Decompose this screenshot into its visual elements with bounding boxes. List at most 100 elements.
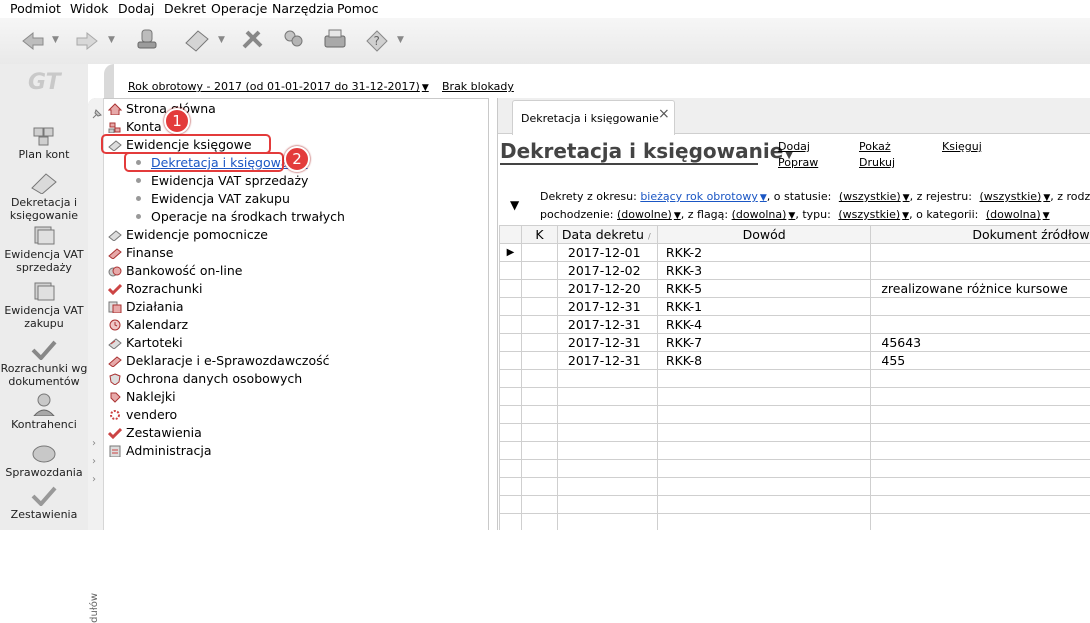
cell-k bbox=[521, 280, 557, 298]
show-button[interactable]: Pokaż bbox=[859, 140, 891, 153]
users-icon[interactable] bbox=[276, 24, 310, 56]
tree-item-srodki-trwale[interactable]: Operacje na środkach trwałych bbox=[136, 209, 345, 224]
cell-dowod: RKK-1 bbox=[657, 298, 870, 316]
pin-icon[interactable] bbox=[91, 108, 103, 120]
flag-filter[interactable]: (dowolna)▼ bbox=[732, 208, 796, 221]
sidebar-item-vat-zakupu[interactable]: Ewidencja VAT zakupu bbox=[0, 278, 88, 330]
tree-item-naklejki[interactable]: Naklejki bbox=[108, 389, 176, 404]
cell-k bbox=[521, 352, 557, 370]
menu-podmiot[interactable]: Podmiot bbox=[10, 1, 61, 16]
tree-item-rozrachunki[interactable]: Rozrachunki bbox=[108, 281, 202, 296]
forward-icon[interactable] bbox=[70, 24, 104, 56]
lock-status-link[interactable]: Brak blokady bbox=[442, 80, 514, 93]
tree-item-vendero[interactable]: vendero bbox=[108, 407, 177, 422]
help-icon[interactable]: ? bbox=[360, 24, 394, 56]
sidebar-item-vat-sprzedazy[interactable]: Ewidencja VAT sprzedaży bbox=[0, 222, 88, 274]
tree-item-kartoteki[interactable]: Kartoteki bbox=[108, 335, 183, 350]
tree-item-zestawienia[interactable]: Zestawienia bbox=[108, 425, 202, 440]
table-row-empty[interactable] bbox=[500, 406, 1090, 424]
check-icon bbox=[108, 283, 122, 295]
table-row-empty[interactable] bbox=[500, 460, 1090, 478]
menu-narzedzia[interactable]: Narzędzia bbox=[272, 1, 334, 16]
sidebar-item-dekretacja[interactable]: Dekretacja i księgowanie bbox=[0, 170, 88, 222]
table-row[interactable]: 2017-12-20RKK-5zrealizowane różnice kurs… bbox=[500, 280, 1090, 298]
tree-item-vat-sprzedazy[interactable]: Ewidencja VAT sprzedaży bbox=[136, 173, 308, 188]
back-icon[interactable] bbox=[16, 24, 50, 56]
print-button[interactable]: Drukuj bbox=[859, 156, 895, 169]
year-selector[interactable]: Rok obrotowy - 2017 (od 01-01-2017 do 31… bbox=[128, 80, 429, 93]
period-filter[interactable]: bieżący rok obrotowy▼ bbox=[640, 190, 766, 203]
table-row[interactable]: ▶2017-12-01RKK-2 bbox=[500, 244, 1090, 262]
eraser-icon[interactable] bbox=[180, 24, 214, 56]
column-header-data[interactable]: Data dekretu/ bbox=[557, 226, 657, 244]
tree-item-administracja[interactable]: Administracja bbox=[108, 443, 212, 458]
table-row-empty[interactable] bbox=[500, 388, 1090, 406]
table-row-empty[interactable] bbox=[500, 478, 1090, 496]
settlements-icon bbox=[29, 336, 59, 360]
sidebar-item-label: sprzedaży bbox=[16, 261, 72, 274]
tree-item-konta[interactable]: Konta bbox=[108, 119, 162, 134]
tree-item-ochrona-danych[interactable]: Ochrona danych osobowych bbox=[108, 371, 302, 386]
chevron-right-icon[interactable]: › bbox=[92, 474, 96, 485]
cell-document: 45643 bbox=[871, 334, 1090, 352]
menu-pomoc[interactable]: Pomoc bbox=[337, 1, 378, 16]
chevron-right-icon[interactable]: › bbox=[92, 438, 96, 449]
sticker-icon bbox=[108, 391, 122, 403]
column-header-dowod[interactable]: Dowód bbox=[657, 226, 870, 244]
table-row-empty[interactable] bbox=[500, 496, 1090, 514]
sidebar-item-kontrahenci[interactable]: Kontrahenci bbox=[0, 392, 88, 431]
post-button[interactable]: Księguj bbox=[942, 140, 982, 153]
highlight-box-ewidencje bbox=[101, 134, 271, 154]
filter-collapse-icon[interactable]: ▼ bbox=[510, 198, 519, 212]
origin-filter[interactable]: (dowolne)▼ bbox=[617, 208, 681, 221]
tab-dekretacja[interactable]: Dekretacja i księgowanie × bbox=[512, 100, 675, 135]
tree-item-kalendarz[interactable]: Kalendarz bbox=[108, 317, 188, 332]
tree-item-ewidencje-pomocnicze[interactable]: Ewidencje pomocnicze bbox=[108, 227, 268, 242]
sidebar-item-zestawienia[interactable]: Zestawienia bbox=[0, 482, 88, 521]
register-filter[interactable]: (wszystkie)▼ bbox=[979, 190, 1050, 203]
table-row[interactable]: 2017-12-02RKK-3 bbox=[500, 262, 1090, 280]
table-row-empty[interactable] bbox=[500, 424, 1090, 442]
table-row[interactable]: 2017-12-31RKK-745643 bbox=[500, 334, 1090, 352]
menu-operacje[interactable]: Operacje bbox=[211, 1, 267, 16]
stamp-icon[interactable] bbox=[130, 24, 164, 56]
forward-dropdown-icon[interactable]: ▼ bbox=[108, 35, 115, 45]
chevron-right-icon[interactable]: › bbox=[92, 456, 96, 467]
category-filter[interactable]: (dowolna)▼ bbox=[986, 208, 1050, 221]
printer-icon[interactable] bbox=[318, 24, 352, 56]
accounts-icon bbox=[108, 121, 122, 133]
menu-widok[interactable]: Widok bbox=[70, 1, 108, 16]
tree-item-deklaracje[interactable]: Deklaracje i e-Sprawozdawczość bbox=[108, 353, 330, 368]
cell-empty bbox=[557, 406, 657, 424]
tree-item-dzialania[interactable]: Działania bbox=[108, 299, 184, 314]
sidebar-item-plan-kont[interactable]: Plan kont bbox=[0, 122, 88, 161]
cell-empty bbox=[871, 514, 1090, 531]
column-header-dokument[interactable]: Dokument źródłowy bbox=[871, 226, 1090, 244]
table-row-empty[interactable] bbox=[500, 514, 1090, 531]
back-dropdown-icon[interactable]: ▼ bbox=[52, 35, 59, 45]
menu-dekret[interactable]: Dekret bbox=[164, 1, 206, 16]
tree-item-vat-zakupu[interactable]: Ewidencja VAT zakupu bbox=[136, 191, 290, 206]
calendar-icon bbox=[108, 319, 122, 331]
menu-dodaj[interactable]: Dodaj bbox=[118, 1, 154, 16]
sidebar-item-sprawozdania[interactable]: Sprawozdania bbox=[0, 440, 88, 479]
tree-item-strona-glowna[interactable]: Strona główna bbox=[108, 101, 216, 116]
add-button[interactable]: Dodaj bbox=[778, 140, 810, 153]
table-row[interactable]: 2017-12-31RKK-4 bbox=[500, 316, 1090, 334]
sidebar-item-rozrachunki[interactable]: Rozrachunki wg dokumentów bbox=[0, 336, 88, 388]
column-header-k[interactable]: K bbox=[521, 226, 557, 244]
cell-date: 2017-12-20 bbox=[557, 280, 657, 298]
table-row[interactable]: 2017-12-31RKK-1 bbox=[500, 298, 1090, 316]
status-filter[interactable]: (wszystkie)▼ bbox=[839, 190, 910, 203]
edit-button[interactable]: Popraw bbox=[778, 156, 818, 169]
eraser-dropdown-icon[interactable]: ▼ bbox=[218, 35, 225, 45]
type-filter[interactable]: (wszystkie)▼ bbox=[838, 208, 909, 221]
table-row[interactable]: 2017-12-31RKK-8455 bbox=[500, 352, 1090, 370]
table-row-empty[interactable] bbox=[500, 370, 1090, 388]
close-icon[interactable]: × bbox=[658, 106, 670, 122]
table-row-empty[interactable] bbox=[500, 442, 1090, 460]
tools-icon[interactable] bbox=[236, 24, 270, 56]
tree-item-bankowosc[interactable]: Bankowość on-line bbox=[108, 263, 242, 278]
tree-item-finanse[interactable]: Finanse bbox=[108, 245, 173, 260]
help-dropdown-icon[interactable]: ▼ bbox=[397, 35, 404, 45]
